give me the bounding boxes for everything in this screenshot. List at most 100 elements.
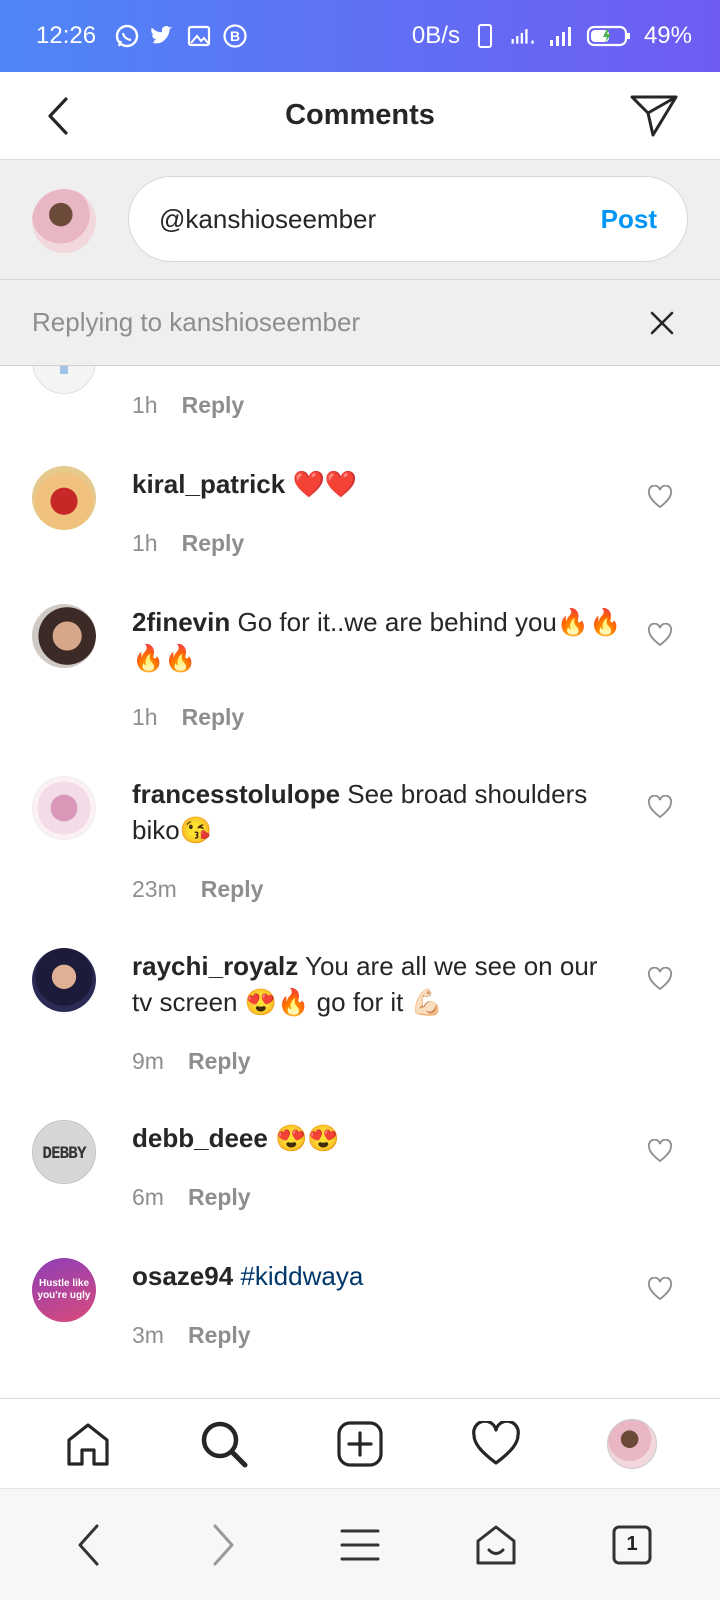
- new-post-tab[interactable]: [330, 1414, 390, 1474]
- like-button[interactable]: [646, 966, 674, 992]
- comment-message: 😍😍: [275, 1123, 340, 1153]
- reply-button[interactable]: Reply: [188, 1048, 251, 1075]
- comment-username[interactable]: kiral_patrick: [132, 469, 285, 499]
- comment-text: 2finevin Go for it..we are behind you🔥🔥🔥…: [132, 604, 622, 676]
- system-forward-button[interactable]: [196, 1517, 252, 1573]
- profile-tab[interactable]: [602, 1414, 662, 1474]
- direct-send-button[interactable]: [628, 92, 680, 140]
- bottom-navigation: [0, 1398, 720, 1488]
- status-bar: 12:26 B 0B/s 49%: [0, 0, 720, 72]
- b-app-icon: B: [222, 23, 248, 49]
- heart-icon: [648, 1139, 672, 1163]
- comments-list[interactable]: 1h Reply kiral_patrick ❤️❤️ 1h Reply 2fi…: [0, 366, 720, 1398]
- activity-tab[interactable]: [466, 1414, 526, 1474]
- comment-avatar[interactable]: [32, 366, 96, 394]
- search-tab[interactable]: [194, 1414, 254, 1474]
- post-button[interactable]: Post: [601, 204, 657, 235]
- like-button[interactable]: [646, 794, 674, 820]
- comment-composer: @kanshioseember Post: [0, 160, 720, 280]
- hashtag-link[interactable]: #kiddwaya: [240, 1261, 363, 1291]
- comment-avatar[interactable]: [32, 776, 96, 840]
- comment-meta: 1h Reply: [132, 704, 244, 731]
- comment-time: 9m: [132, 1048, 164, 1074]
- comment-avatar[interactable]: [32, 466, 96, 530]
- heart-icon: [648, 623, 672, 647]
- comment-avatar[interactable]: [32, 948, 96, 1012]
- comment-meta: 1h Reply: [132, 392, 244, 419]
- comment-avatar[interactable]: [32, 604, 96, 668]
- reply-button[interactable]: Reply: [182, 530, 245, 557]
- twitter-icon: [150, 23, 176, 49]
- comments-header: Comments: [0, 72, 720, 160]
- reply-button[interactable]: Reply: [182, 704, 245, 731]
- menu-icon: [340, 1529, 380, 1560]
- replying-text: Replying to kanshioseember: [32, 307, 361, 337]
- like-button[interactable]: [646, 1138, 674, 1164]
- system-menu-button[interactable]: [332, 1517, 388, 1573]
- heart-icon: [648, 795, 672, 819]
- comment-time: 1h: [132, 530, 158, 556]
- comment-text: debb_deee 😍😍: [132, 1120, 622, 1156]
- chevron-right-icon: [213, 1524, 234, 1565]
- close-reply-button[interactable]: [644, 305, 680, 341]
- comment-text: raychi_royalz You are all we see on our …: [132, 948, 622, 1020]
- profile-avatar: [607, 1418, 657, 1469]
- signal-icon: [510, 23, 536, 49]
- reply-button[interactable]: Reply: [182, 392, 245, 419]
- comment-time: 3m: [132, 1322, 164, 1348]
- comment-text: francesstolulope See broad shoulders bik…: [132, 776, 622, 848]
- comment-username[interactable]: debb_deee: [132, 1123, 268, 1153]
- avatar-text: you're ugly: [37, 1290, 91, 1301]
- page-title: Comments: [285, 99, 435, 131]
- system-navigation: 1: [0, 1488, 720, 1600]
- close-icon: [650, 311, 674, 334]
- reply-button[interactable]: Reply: [188, 1184, 251, 1211]
- current-user-avatar: [32, 189, 96, 253]
- search-icon: [201, 1421, 248, 1467]
- network-speed: 0B/s: [411, 22, 460, 49]
- reply-button[interactable]: Reply: [188, 1322, 251, 1349]
- home-icon: [67, 1422, 109, 1466]
- reply-button[interactable]: Reply: [201, 876, 264, 903]
- replying-banner: Replying to kanshioseember: [0, 280, 720, 366]
- comment-meta: 1h Reply: [132, 530, 244, 557]
- back-button[interactable]: [38, 94, 78, 138]
- system-back-button[interactable]: [60, 1517, 116, 1573]
- tab-count: 1: [626, 1533, 638, 1555]
- system-home-button[interactable]: [468, 1517, 524, 1573]
- like-button[interactable]: [646, 622, 674, 648]
- heart-icon: [648, 485, 672, 509]
- paper-plane-icon: [630, 95, 678, 137]
- comment-input-text[interactable]: @kanshioseember: [159, 204, 601, 235]
- comment-time: 1h: [132, 392, 158, 418]
- add-post-icon: [337, 1420, 383, 1467]
- comment-message: ❤️❤️: [292, 469, 358, 499]
- comment-username[interactable]: francesstolulope: [132, 779, 340, 809]
- comment-meta: 23m Reply: [132, 876, 263, 903]
- comment-avatar[interactable]: Hustle like you're ugly: [32, 1258, 96, 1322]
- comment-time: 6m: [132, 1184, 164, 1210]
- like-button[interactable]: [646, 1276, 674, 1302]
- comment-username[interactable]: osaze94: [132, 1261, 233, 1291]
- svg-text:B: B: [230, 28, 240, 44]
- whatsapp-icon: [114, 23, 140, 49]
- home-tab[interactable]: [58, 1414, 118, 1474]
- avatar-text: DEBBY: [42, 1142, 86, 1162]
- comment-meta: 3m Reply: [132, 1322, 251, 1349]
- heart-icon: [648, 967, 672, 991]
- comment-username[interactable]: 2finevin: [132, 607, 230, 637]
- comment-username[interactable]: raychi_royalz: [132, 951, 298, 981]
- comment-text: osaze94 #kiddwaya: [132, 1258, 622, 1294]
- home-smile-icon: [476, 1525, 516, 1564]
- comment-time: 1h: [132, 704, 158, 730]
- comment-avatar[interactable]: DEBBY: [32, 1120, 96, 1184]
- phone-frame-icon: [472, 23, 498, 49]
- like-button[interactable]: [646, 484, 674, 510]
- comment-time: 23m: [132, 876, 177, 902]
- comment-input[interactable]: @kanshioseember Post: [128, 176, 688, 262]
- heart-icon: [648, 1277, 672, 1301]
- gallery-icon: [186, 23, 212, 49]
- comment-text: kiral_patrick ❤️❤️: [132, 466, 622, 502]
- system-tabs-button[interactable]: 1: [604, 1517, 660, 1573]
- avatar-text: Hustle like: [38, 1278, 90, 1289]
